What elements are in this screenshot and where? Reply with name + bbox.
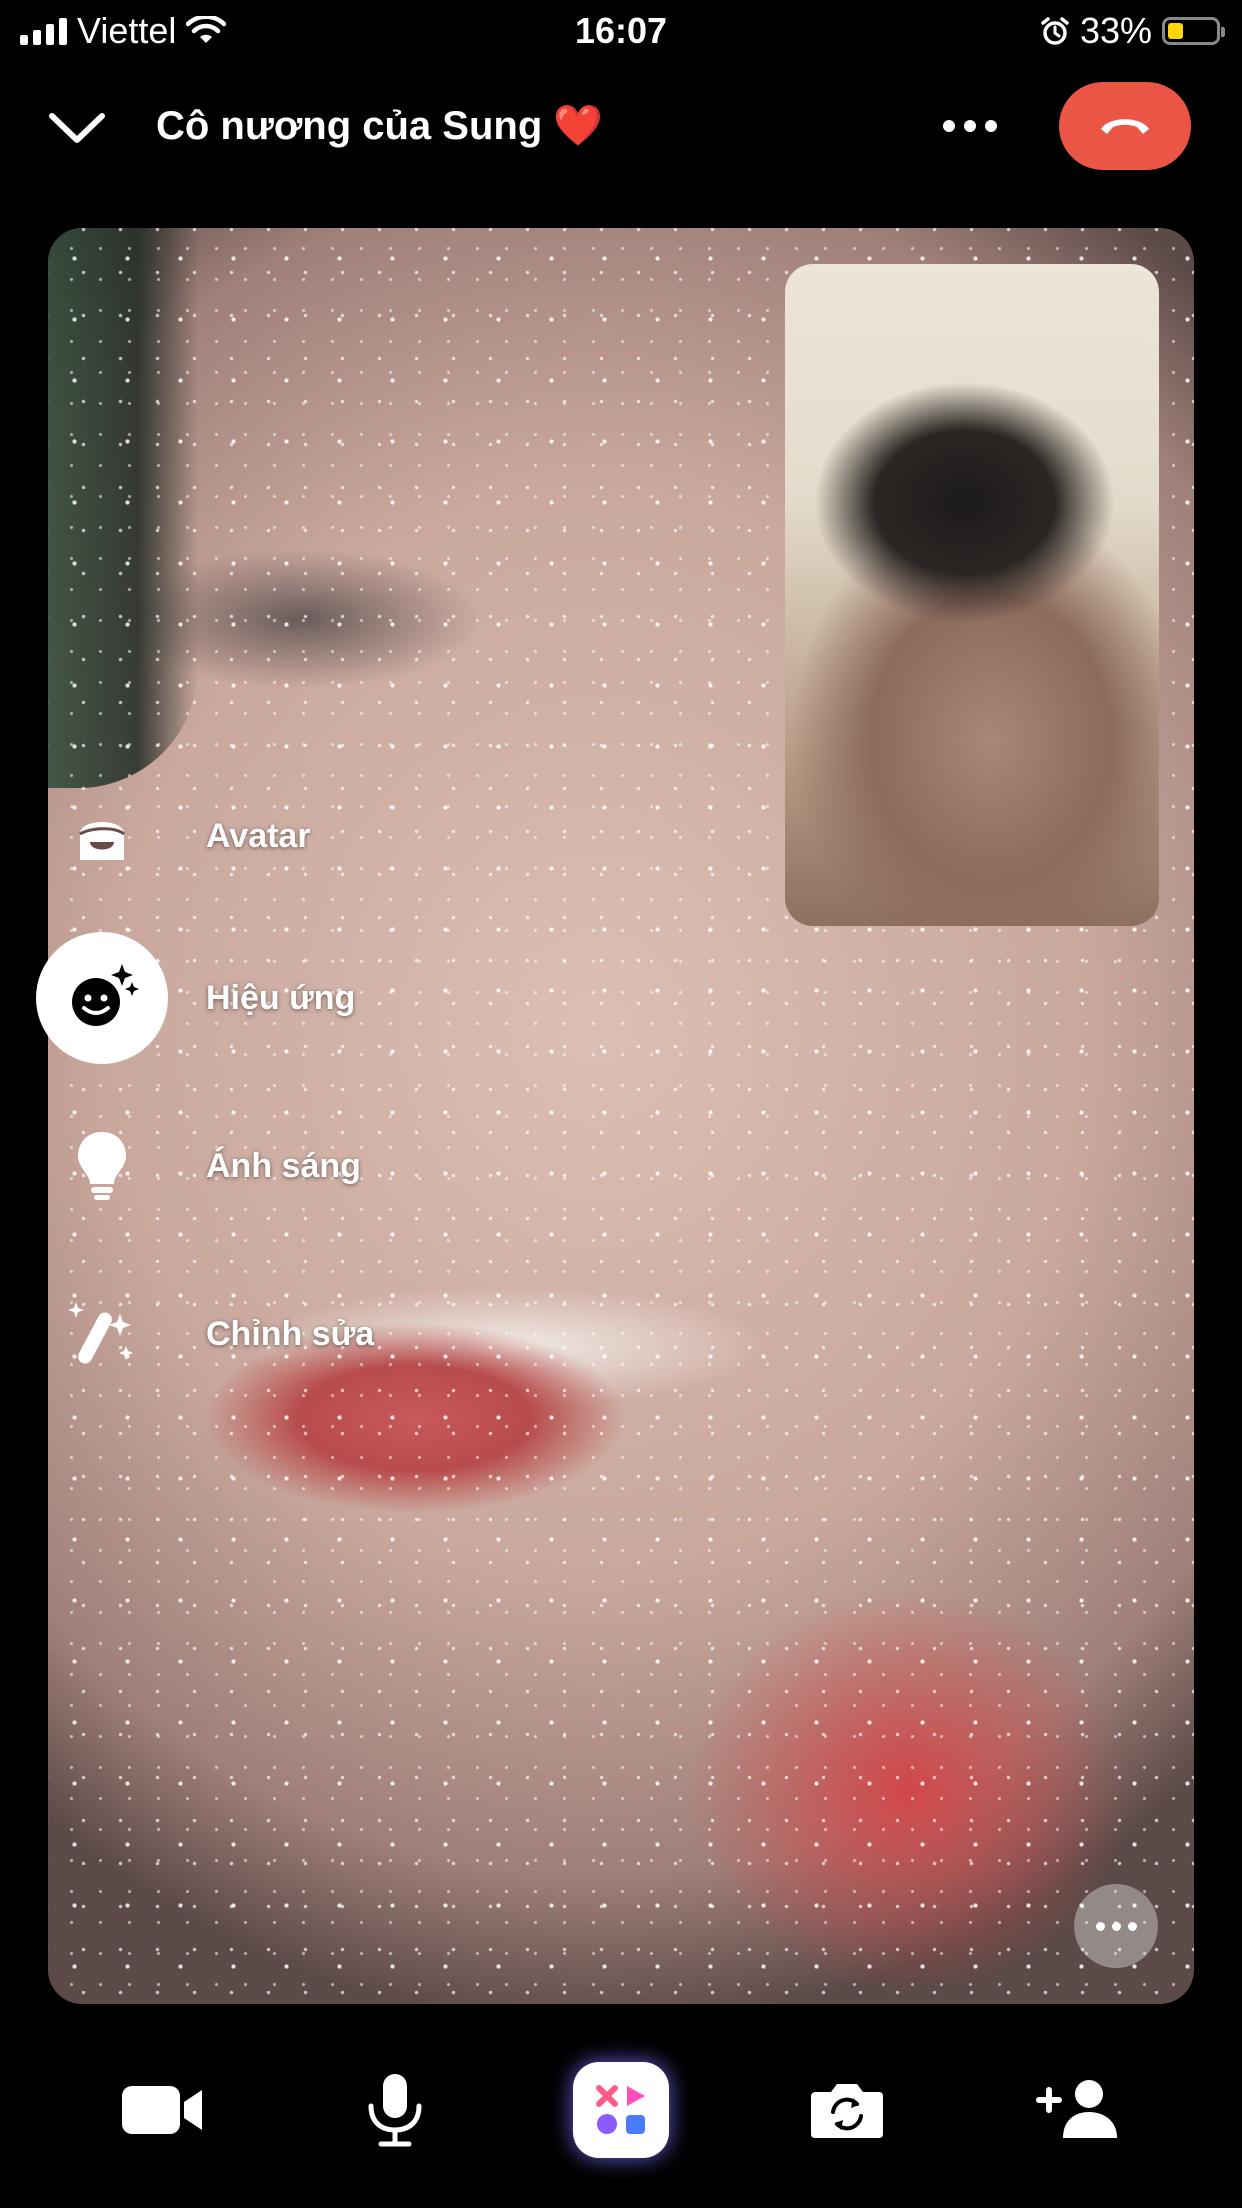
battery-icon bbox=[1162, 17, 1225, 45]
end-call-button[interactable] bbox=[1059, 82, 1191, 170]
flip-camera-icon bbox=[811, 2084, 883, 2138]
end-call-icon bbox=[1101, 119, 1149, 134]
call-controls-bar bbox=[0, 2050, 1242, 2170]
add-person-icon bbox=[1036, 2080, 1117, 2138]
microphone-button[interactable] bbox=[347, 2062, 443, 2158]
effects-face-icon bbox=[36, 932, 168, 1064]
effects-menu: Avatar Hiệu ứng Ánh sáng Chỉnh sửa bbox=[36, 770, 536, 1370]
effects-button[interactable] bbox=[573, 2062, 669, 2158]
chevron-down-icon bbox=[49, 113, 105, 143]
camera-toggle-button[interactable] bbox=[114, 2062, 210, 2158]
menu-label-effects: Hiệu ứng bbox=[206, 978, 356, 1017]
magic-wand-icon bbox=[36, 1268, 168, 1400]
battery-level-fill bbox=[1168, 23, 1183, 39]
more-icon bbox=[943, 120, 955, 132]
camera-icon bbox=[122, 2086, 202, 2134]
self-video-preview[interactable] bbox=[785, 264, 1159, 926]
add-person-button[interactable] bbox=[1032, 2062, 1128, 2158]
video-more-button[interactable] bbox=[1074, 1884, 1158, 1968]
battery-percent: 33% bbox=[1079, 10, 1152, 51]
flip-camera-button[interactable] bbox=[799, 2062, 895, 2158]
menu-label-lighting: Ánh sáng bbox=[206, 1146, 361, 1185]
menu-label-avatar: Avatar bbox=[206, 816, 311, 855]
minimize-call-button[interactable] bbox=[44, 100, 110, 156]
lightbulb-icon bbox=[36, 1100, 168, 1232]
status-right-group: 33% bbox=[1040, 10, 1225, 52]
more-options-button[interactable] bbox=[930, 100, 1010, 152]
menu-item-edit[interactable]: Chỉnh sửa bbox=[36, 1268, 516, 1400]
more-dots-icon bbox=[1095, 1921, 1105, 1931]
effects-icon bbox=[596, 2085, 645, 2134]
status-bar: Viettel 16:07 33% bbox=[0, 0, 1242, 62]
menu-item-effects[interactable]: Hiệu ứng bbox=[36, 932, 516, 1064]
menu-label-edit: Chỉnh sửa bbox=[206, 1314, 375, 1353]
call-title: Cô nương của Sung ❤️ bbox=[156, 104, 604, 148]
microphone-icon bbox=[368, 2074, 422, 2147]
menu-item-lighting[interactable]: Ánh sáng bbox=[36, 1100, 516, 1232]
menu-item-avatar[interactable]: Avatar bbox=[36, 770, 516, 902]
avatar-icon bbox=[36, 770, 168, 902]
alarm-icon bbox=[1041, 17, 1069, 45]
call-header: Cô nương của Sung ❤️ bbox=[0, 80, 1242, 172]
